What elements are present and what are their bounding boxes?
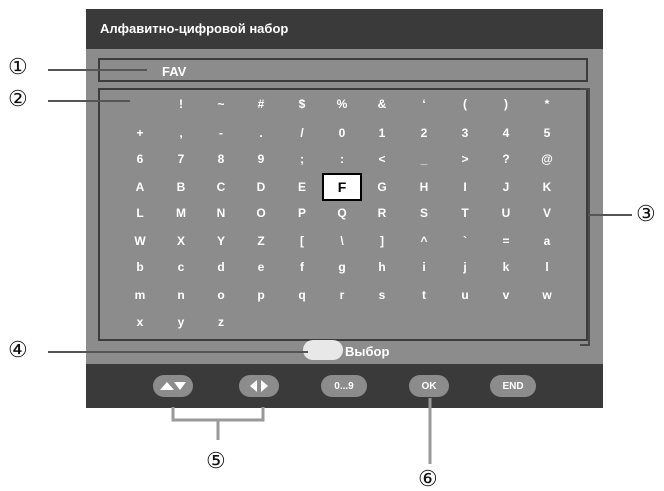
callout-5: ⑤ bbox=[206, 448, 226, 473]
callout-6: ⑥ bbox=[418, 466, 438, 491]
callout-4: ④ bbox=[8, 337, 28, 362]
callout-1: ① bbox=[8, 54, 28, 79]
callout-2: ② bbox=[8, 86, 28, 111]
callout-3: ③ bbox=[636, 201, 656, 226]
callout-lines bbox=[48, 69, 632, 464]
